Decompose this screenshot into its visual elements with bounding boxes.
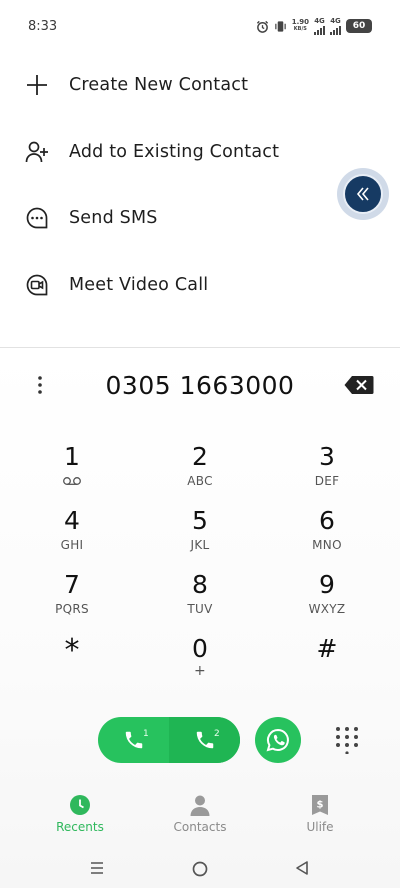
key-letters: ABC: [187, 474, 213, 488]
key-letters: PQRS: [55, 602, 89, 616]
person-icon: [190, 795, 210, 816]
whatsapp-call-button[interactable]: [255, 717, 301, 763]
phone-icon: [196, 731, 213, 749]
key-letters: WXYZ: [308, 602, 346, 616]
sms-icon: [24, 205, 50, 231]
tab-contacts[interactable]: Contacts: [145, 794, 255, 844]
network-speed: 1.90 KB/S: [291, 18, 309, 33]
keypad-toggle-button[interactable]: [333, 726, 361, 755]
menu-lines-icon: [91, 862, 103, 874]
status-time: 8:33: [28, 18, 58, 34]
more-vertical-icon: [38, 376, 42, 394]
add-person-icon: [24, 139, 50, 165]
floating-assistant-bubble[interactable]: [337, 168, 389, 220]
key-1[interactable]: 1: [22, 443, 122, 503]
svg-text:$: $: [317, 800, 324, 811]
sim-number: 2: [214, 729, 220, 739]
backspace-button[interactable]: [344, 375, 374, 395]
sim-number: 1: [143, 729, 149, 739]
key-digit: 0: [192, 634, 208, 663]
key-digit: #: [316, 634, 338, 663]
menu-item-label: Add to Existing Contact: [69, 141, 280, 162]
key-4[interactable]: 4 GHI: [22, 507, 122, 567]
tab-label: Contacts: [173, 820, 227, 834]
call-sim1-button[interactable]: 1: [98, 717, 169, 763]
signal-icon: [314, 25, 325, 35]
key-digit: 3: [319, 442, 335, 471]
key-letters: +: [193, 663, 207, 679]
key-7[interactable]: 7 PQRS: [22, 571, 122, 631]
key-digit: 7: [64, 570, 80, 599]
back-button[interactable]: [294, 860, 312, 878]
alarm-icon: [256, 20, 268, 33]
key-digit: 1: [64, 442, 80, 471]
call-sim2-button[interactable]: 2: [169, 717, 240, 763]
tab-ulife[interactable]: $ Ulife: [265, 794, 375, 844]
status-bar: 8:33 1.90 KB/S 4G 4G 60: [0, 0, 400, 52]
dialpad-grid-icon: [336, 727, 358, 755]
clock-icon: [70, 795, 90, 815]
home-button[interactable]: [191, 860, 209, 878]
double-chevron-left-icon: [356, 187, 369, 201]
tab-label: Ulife: [306, 820, 334, 834]
plus-icon: [24, 72, 50, 98]
dialed-number[interactable]: 0305 1663000: [106, 371, 295, 400]
voicemail-icon: [63, 477, 81, 485]
key-digit: *: [64, 633, 80, 668]
key-6[interactable]: 6 MNO: [277, 507, 377, 567]
whatsapp-icon: [266, 728, 289, 752]
create-new-contact-item[interactable]: Create New Contact: [0, 52, 400, 119]
vibrate-icon: [274, 20, 286, 32]
key-8[interactable]: 8 TUV: [150, 571, 250, 631]
dual-sim-call-buttons: 1 2: [98, 717, 240, 763]
key-0[interactable]: 0 +: [150, 635, 250, 695]
key-9[interactable]: 9 WXYZ: [277, 571, 377, 631]
backspace-icon: [344, 376, 374, 394]
menu-item-label: Send SMS: [69, 208, 158, 229]
key-letters: JKL: [190, 538, 210, 552]
key-digit: 2: [192, 442, 208, 471]
menu-item-label: Meet Video Call: [69, 274, 209, 295]
key-3[interactable]: 3 DEF: [277, 443, 377, 503]
key-hash[interactable]: #: [277, 635, 377, 695]
network-type-2: 4G: [330, 17, 341, 35]
key-5[interactable]: 5 JKL: [150, 507, 250, 567]
key-digit: 4: [64, 506, 80, 535]
battery-icon: 60: [346, 19, 372, 33]
signal-icon: [330, 25, 341, 35]
menu-item-label: Create New Contact: [69, 75, 249, 96]
more-options-button[interactable]: [30, 372, 50, 398]
system-navigation-bar: [0, 848, 400, 888]
key-digit: 9: [319, 570, 335, 599]
phone-icon: [125, 731, 142, 749]
key-letters: TUV: [187, 602, 213, 616]
home-circle-icon: [192, 861, 208, 877]
tab-recents[interactable]: Recents: [25, 794, 135, 844]
tab-label: Recents: [56, 820, 104, 834]
key-star[interactable]: *: [22, 635, 122, 695]
key-digit: 5: [192, 506, 208, 535]
ulife-wallet-icon: $: [312, 795, 328, 815]
network-type-1: 4G: [314, 17, 325, 35]
video-call-icon: [24, 272, 50, 298]
key-letters: MNO: [312, 538, 342, 552]
bottom-navigation: Recents Contacts $ Ulife: [0, 794, 400, 844]
status-icons: 1.90 KB/S 4G 4G 60: [256, 17, 372, 35]
key-digit: 6: [319, 506, 335, 535]
back-triangle-icon: [296, 861, 308, 875]
meet-video-call-item[interactable]: Meet Video Call: [0, 252, 400, 319]
key-letters: DEF: [314, 474, 340, 488]
dialer-panel: 0305 1663000 1 2 ABC 3 DEF 4 GHI 5 JKL 6…: [0, 347, 400, 888]
key-2[interactable]: 2 ABC: [150, 443, 250, 503]
recent-apps-button[interactable]: [89, 860, 107, 878]
number-display-row: 0305 1663000: [0, 368, 400, 402]
key-digit: 8: [192, 570, 208, 599]
add-to-existing-contact-item[interactable]: Add to Existing Contact: [0, 119, 400, 186]
key-letters: GHI: [60, 538, 84, 552]
